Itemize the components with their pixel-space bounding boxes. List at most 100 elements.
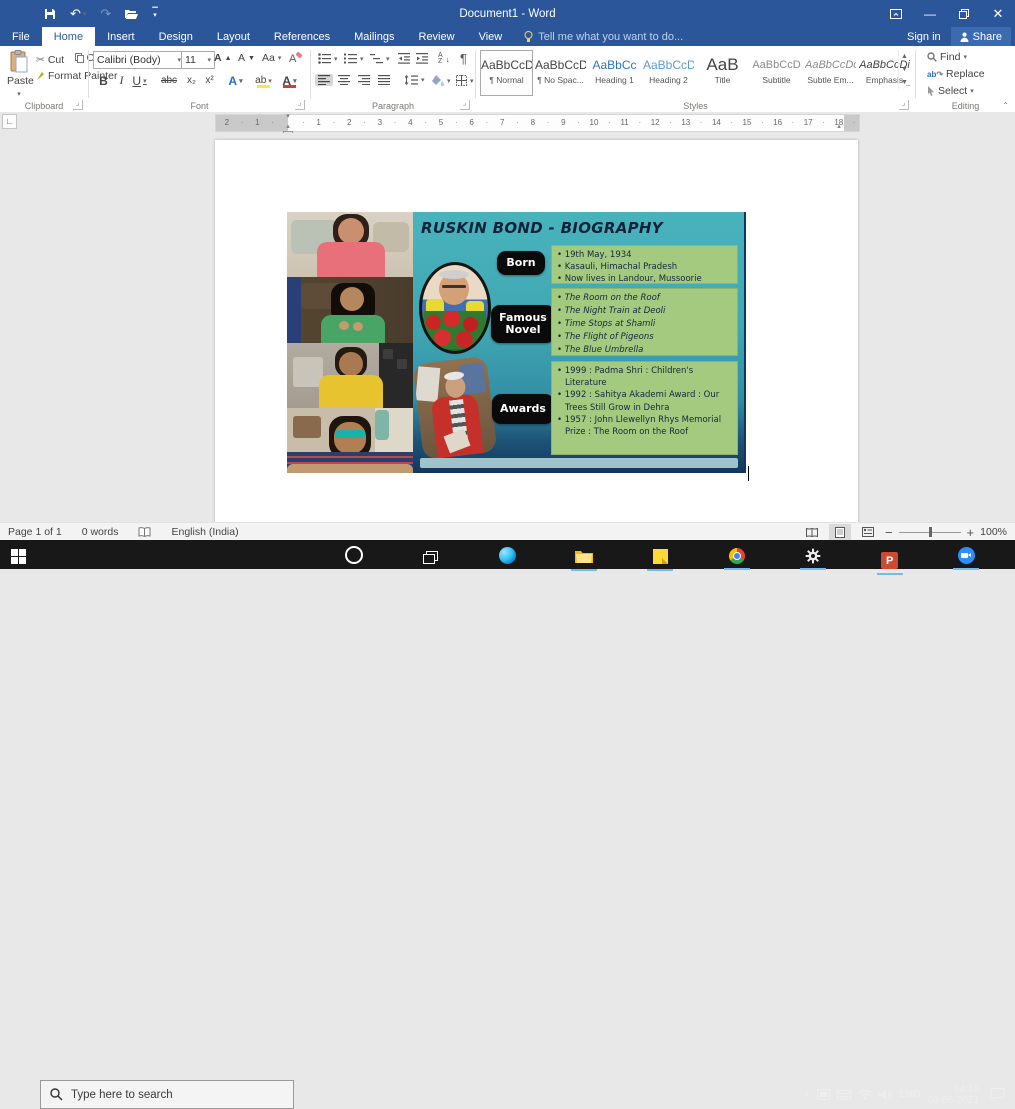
- style-subtitle[interactable]: AaBbCcDSubtitle: [750, 50, 803, 96]
- web-layout-button[interactable]: [857, 524, 879, 540]
- zoom-out-button[interactable]: −: [885, 525, 893, 540]
- tray-expand-chevron[interactable]: ∧: [804, 1089, 811, 1100]
- task-view-button[interactable]: [413, 543, 449, 572]
- zoom-slider[interactable]: [899, 526, 961, 538]
- zoom-app-button[interactable]: [948, 541, 984, 570]
- taskbar-search[interactable]: Type here to search: [40, 1080, 294, 1109]
- read-mode-button[interactable]: [801, 524, 823, 540]
- zoom-in-button[interactable]: +: [967, 525, 975, 540]
- tab-design[interactable]: Design: [147, 27, 205, 46]
- tab-insert[interactable]: Insert: [95, 27, 147, 46]
- shading-button[interactable]: ▾: [429, 74, 454, 87]
- cut-button[interactable]: ✂Cut: [33, 53, 67, 67]
- styles-scroll-up[interactable]: ▲: [899, 50, 910, 63]
- tab-selector[interactable]: ∟: [2, 114, 17, 129]
- document-page[interactable]: RUSKIN BOND - BIOGRAPHY Born 19th May, 1…: [215, 140, 858, 522]
- powerpoint-button[interactable]: P: [872, 546, 908, 575]
- word-count[interactable]: 0 words: [82, 526, 119, 538]
- font-color-button[interactable]: A▾: [281, 72, 298, 89]
- styles-scroll-down[interactable]: ▼: [899, 63, 910, 76]
- show-hide-pilcrow-button[interactable]: ¶: [457, 50, 470, 67]
- style-title[interactable]: AaBTitle: [696, 50, 749, 96]
- style-no-spacing[interactable]: AaBbCcDc¶ No Spac...: [534, 50, 587, 96]
- tablet-mode-icon[interactable]: [817, 1089, 830, 1100]
- start-button[interactable]: [0, 542, 36, 571]
- first-line-indent-marker[interactable]: ▾: [286, 114, 290, 119]
- sign-in-link[interactable]: Sign in: [907, 31, 941, 43]
- style-subtle-emphasis[interactable]: AaBbCcDcSubtle Em...: [804, 50, 857, 96]
- multilevel-list-button[interactable]: ▾: [367, 52, 393, 65]
- chrome-button[interactable]: [719, 541, 755, 570]
- language-indicator[interactable]: English (India): [171, 526, 238, 538]
- action-center-icon[interactable]: [990, 1088, 1005, 1101]
- tab-mailings[interactable]: Mailings: [342, 27, 406, 46]
- subscript-button[interactable]: x₂: [183, 72, 200, 89]
- decrease-indent-button[interactable]: [395, 52, 413, 65]
- clock[interactable]: 14:16 03-05-2021: [928, 1084, 979, 1106]
- file-explorer-button[interactable]: [566, 542, 602, 571]
- hanging-indent-marker[interactable]: ▴: [286, 124, 290, 129]
- zoom-level[interactable]: 100%: [980, 526, 1007, 538]
- collapse-ribbon-button[interactable]: ⌃: [1002, 101, 1009, 110]
- styles-dialog-launcher[interactable]: ⌟: [899, 100, 909, 110]
- align-right-button[interactable]: [355, 74, 373, 86]
- numbering-button[interactable]: ▾: [341, 52, 367, 65]
- bold-button[interactable]: B: [95, 72, 112, 89]
- underline-button[interactable]: U▾: [131, 72, 148, 89]
- restore-button[interactable]: [947, 0, 981, 28]
- settings-button[interactable]: [795, 541, 831, 570]
- paragraph-dialog-launcher[interactable]: ⌟: [460, 100, 470, 110]
- paste-button[interactable]: Paste ▾: [4, 50, 34, 100]
- sort-button[interactable]: AZ↓: [435, 52, 453, 66]
- increase-indent-button[interactable]: [413, 52, 431, 65]
- borders-button[interactable]: ▾: [453, 74, 477, 87]
- touch-keyboard-icon[interactable]: [837, 1090, 851, 1100]
- bullets-button[interactable]: ▾: [315, 52, 341, 65]
- justify-button[interactable]: [375, 74, 393, 86]
- strikethrough-button[interactable]: abc: [157, 72, 181, 89]
- style-heading2[interactable]: AaBbCcDHeading 2: [642, 50, 695, 96]
- document-area[interactable]: RUSKIN BOND - BIOGRAPHY Born 19th May, 1…: [0, 133, 1015, 522]
- proofing-icon[interactable]: [138, 527, 151, 538]
- clear-formatting-button[interactable]: A: [289, 51, 303, 64]
- share-button[interactable]: Share: [951, 27, 1011, 46]
- line-spacing-button[interactable]: ▾: [401, 74, 428, 86]
- tab-review[interactable]: Review: [407, 27, 467, 46]
- tab-home[interactable]: Home: [42, 27, 95, 46]
- styles-gallery-expand[interactable]: ▼̲: [899, 76, 910, 89]
- grow-font-button[interactable]: A▲: [211, 51, 235, 65]
- tab-layout[interactable]: Layout: [205, 27, 262, 46]
- ribbon-display-options-button[interactable]: [879, 0, 913, 28]
- zoom-slider-handle[interactable]: [929, 527, 932, 537]
- edge-button[interactable]: [489, 541, 525, 570]
- print-layout-button[interactable]: [829, 524, 851, 540]
- tab-references[interactable]: References: [262, 27, 342, 46]
- tab-file[interactable]: File: [0, 27, 42, 46]
- change-case-button[interactable]: Aa▾: [259, 51, 284, 65]
- sticky-notes-button[interactable]: [642, 542, 678, 571]
- tell-me-box[interactable]: Tell me what you want to do...: [524, 31, 683, 43]
- replace-button[interactable]: ab↷ Replace: [924, 67, 988, 81]
- align-left-button[interactable]: [315, 74, 333, 86]
- highlight-button[interactable]: ab▾: [255, 72, 272, 89]
- cortana-button[interactable]: [336, 540, 372, 569]
- page-count[interactable]: Page 1 of 1: [8, 526, 62, 538]
- wifi-icon[interactable]: [858, 1089, 872, 1100]
- font-size-combobox[interactable]: 11▾: [181, 51, 215, 69]
- clipboard-dialog-launcher[interactable]: ⌟: [73, 100, 83, 110]
- find-button[interactable]: Find▾: [924, 50, 970, 64]
- tab-view[interactable]: View: [467, 27, 515, 46]
- font-dialog-launcher[interactable]: ⌟: [295, 100, 305, 110]
- shrink-font-button[interactable]: A▼: [235, 51, 258, 65]
- italic-button[interactable]: I: [113, 72, 130, 89]
- font-name-combobox[interactable]: Calibri (Body)▾: [93, 51, 185, 69]
- biography-picture[interactable]: RUSKIN BOND - BIOGRAPHY Born 19th May, 1…: [287, 212, 746, 473]
- superscript-button[interactable]: x²: [201, 72, 218, 89]
- select-button[interactable]: Select▾: [924, 84, 977, 98]
- close-button[interactable]: ✕: [981, 0, 1015, 28]
- input-language[interactable]: ENG: [899, 1089, 921, 1100]
- minimize-button[interactable]: —: [913, 0, 947, 28]
- align-center-button[interactable]: [335, 74, 353, 86]
- style-heading1[interactable]: AaBbCcHeading 1: [588, 50, 641, 96]
- text-effects-button[interactable]: A▾: [227, 72, 244, 89]
